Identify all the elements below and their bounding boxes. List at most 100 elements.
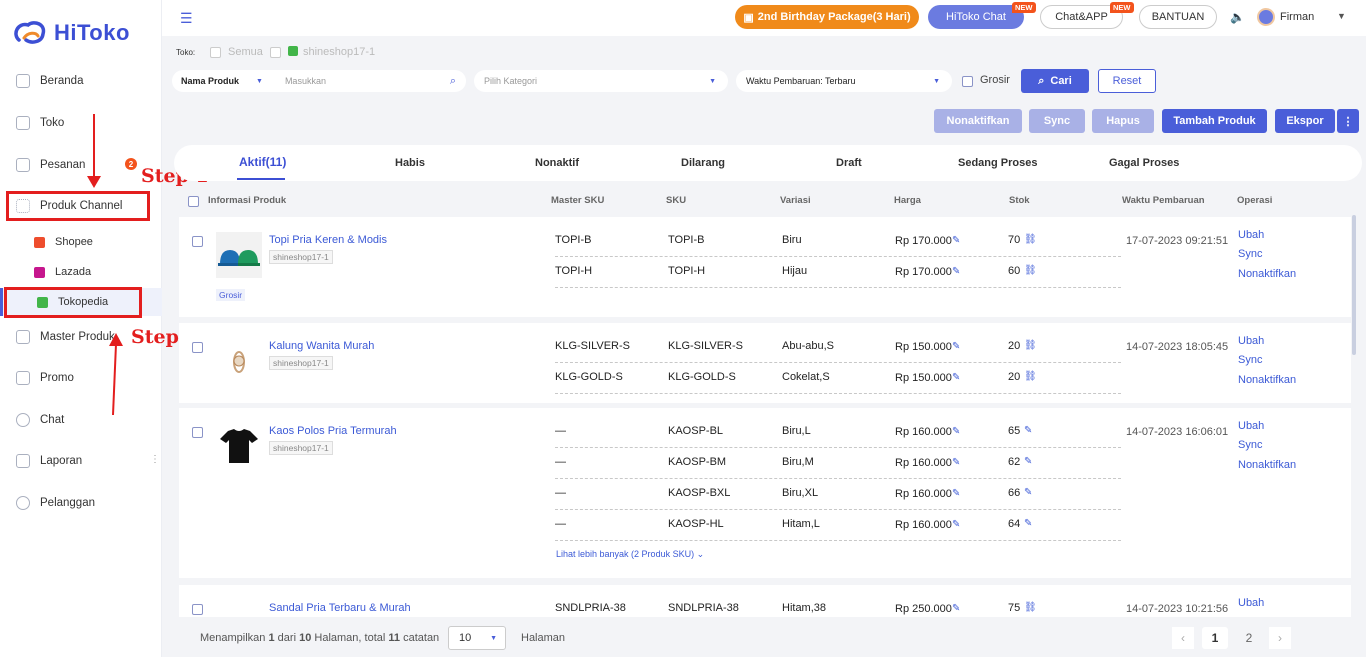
help-button[interactable]: BANTUAN <box>1139 5 1217 29</box>
deactivate-link[interactable]: Nonaktifkan <box>1238 459 1296 471</box>
edit-price-icon[interactable]: ✎ <box>952 457 960 468</box>
wholesale-label: Grosir <box>980 74 1010 86</box>
product-checkbox[interactable] <box>192 427 203 438</box>
shop-tag: shineshop17-1 <box>269 441 333 455</box>
shop-checkbox[interactable] <box>270 47 281 58</box>
scrollbar[interactable] <box>1352 215 1356 355</box>
master-sku-cell: — <box>555 425 566 437</box>
tab-sedang-proses[interactable]: Sedang Proses <box>958 157 1037 169</box>
more-vertical-icon[interactable]: ⋮ <box>1337 109 1359 133</box>
edit-price-icon[interactable]: ✎ <box>952 235 960 246</box>
link-icon[interactable]: ⛓ <box>1024 371 1037 382</box>
chevron-down-icon[interactable]: ▼ <box>1337 11 1346 21</box>
price-cell: Rp 150.000 <box>895 372 952 384</box>
edit-price-icon[interactable]: ✎ <box>952 603 960 614</box>
sync-link[interactable]: Sync <box>1238 248 1262 260</box>
edit-stock-icon[interactable]: ✎ <box>1024 487 1032 498</box>
tab-gagal-proses[interactable]: Gagal Proses <box>1109 157 1179 169</box>
master-sku-cell: — <box>555 487 566 499</box>
tab-nonaktif[interactable]: Nonaktif <box>535 157 579 169</box>
wholesale-checkbox[interactable] <box>962 76 973 87</box>
edit-price-icon[interactable]: ✎ <box>952 341 960 352</box>
sync-button[interactable]: Sync <box>1029 109 1085 133</box>
master-sku-cell: SNDLPRIA-38 <box>555 602 626 614</box>
product-checkbox[interactable] <box>192 604 203 615</box>
chevron-down-icon: ▼ <box>709 77 716 85</box>
tab-draft[interactable]: Draft <box>836 157 862 169</box>
sync-link[interactable]: Sync <box>1238 439 1262 451</box>
menu-collapse-icon[interactable]: ☰ <box>180 10 193 27</box>
summary-text: Halaman <box>314 632 359 644</box>
edit-stock-icon[interactable]: ✎ <box>1024 425 1032 436</box>
edit-stock-icon[interactable]: ✎ <box>1024 456 1032 467</box>
show-more-link[interactable]: Lihat lebih banyak (2 Produk SKU) ⌄ <box>556 549 704 560</box>
search-button[interactable]: ⌕ Cari <box>1021 69 1089 93</box>
page-2-button[interactable]: 2 <box>1236 627 1262 649</box>
sidebar-item-laporan[interactable]: Laporan <box>0 446 162 476</box>
birthday-package-button[interactable]: ▣ 2nd Birthday Package(3 Hari) <box>735 5 919 29</box>
delete-button[interactable]: Hapus <box>1092 109 1154 133</box>
link-icon[interactable]: ⛓ <box>1024 340 1037 351</box>
edit-price-icon[interactable]: ✎ <box>952 426 960 437</box>
shop-tag: shineshop17-1 <box>269 356 333 370</box>
select-all-checkbox[interactable] <box>188 196 199 207</box>
variasi-cell: Hitam,38 <box>782 602 827 614</box>
tab-label: Aktif <box>239 155 266 169</box>
add-product-button[interactable]: Tambah Produk <box>1162 109 1267 133</box>
search-input[interactable]: Masukkan <box>285 76 450 86</box>
edit-link[interactable]: Ubah <box>1238 335 1264 347</box>
next-page-button[interactable]: › <box>1269 627 1291 649</box>
product-checkbox[interactable] <box>192 342 203 353</box>
sort-select[interactable]: Waktu Pembaruan: Terbaru ▼ <box>736 70 952 92</box>
product-image-wrap[interactable] <box>216 338 262 384</box>
avatar[interactable] <box>1257 8 1275 26</box>
edit-price-icon[interactable]: ✎ <box>952 488 960 499</box>
tab-dilarang[interactable]: Dilarang <box>681 157 725 169</box>
deactivate-link[interactable]: Nonaktifkan <box>1238 374 1296 386</box>
report-icon <box>16 454 30 468</box>
hitoko-chat-button[interactable]: HiToko Chat <box>928 5 1024 29</box>
link-icon[interactable]: ⛓ <box>1024 265 1037 276</box>
chevron-down-icon[interactable]: ▼ <box>256 78 263 85</box>
product-checkbox[interactable] <box>192 236 203 247</box>
product-name-select[interactable]: Nama Produk <box>181 76 256 86</box>
edit-link[interactable]: Ubah <box>1238 229 1264 241</box>
sync-link[interactable]: Sync <box>1238 354 1262 366</box>
more-vertical-icon[interactable]: ⋮ <box>150 454 160 465</box>
deactivate-link[interactable]: Nonaktifkan <box>1238 268 1296 280</box>
product-image-wrap[interactable] <box>216 232 262 278</box>
prev-page-button[interactable]: ‹ <box>1172 627 1194 649</box>
speaker-icon[interactable]: 🔈 <box>1230 10 1245 24</box>
col-operasi: Operasi <box>1237 195 1273 206</box>
product-name-link[interactable]: Sandal Pria Terbaru & Murah <box>269 602 411 614</box>
product-name-link[interactable]: Topi Pria Keren & Modis <box>269 234 387 246</box>
edit-price-icon[interactable]: ✎ <box>952 266 960 277</box>
export-button[interactable]: Ekspor <box>1275 109 1335 133</box>
edit-link[interactable]: Ubah <box>1238 597 1264 609</box>
tab-aktif[interactable]: Aktif(11) <box>239 155 286 169</box>
link-icon[interactable]: ⛓ <box>1024 602 1037 613</box>
tab-habis[interactable]: Habis <box>395 157 425 169</box>
sidebar-item-label: Pelanggan <box>40 497 95 509</box>
link-icon[interactable]: ⛓ <box>1024 234 1037 245</box>
page-size-select[interactable]: 10 ▼ <box>448 626 506 650</box>
search-icon[interactable]: ⌕ <box>450 75 456 88</box>
variasi-cell: Biru,XL <box>782 487 819 499</box>
sidebar-item-pelanggan[interactable]: Pelanggan <box>0 488 162 518</box>
shop-tag: shineshop17-1 <box>269 250 333 264</box>
category-select[interactable]: Pilih Kategori ▼ <box>474 70 728 92</box>
product-name-link[interactable]: Kalung Wanita Murah <box>269 340 374 352</box>
all-shops-checkbox[interactable] <box>210 47 221 58</box>
user-name[interactable]: Firman <box>1280 11 1314 23</box>
reset-button[interactable]: Reset <box>1098 69 1156 93</box>
edit-price-icon[interactable]: ✎ <box>952 519 960 530</box>
deactivate-button[interactable]: Nonaktifkan <box>934 109 1022 133</box>
variasi-cell: Hijau <box>782 265 808 277</box>
product-name-link[interactable]: Kaos Polos Pria Termurah <box>269 425 397 437</box>
product-image-wrap[interactable] <box>216 423 262 469</box>
summary-text: Menampilkan <box>200 632 266 644</box>
edit-stock-icon[interactable]: ✎ <box>1024 518 1032 529</box>
edit-price-icon[interactable]: ✎ <box>952 372 960 383</box>
page-1-button[interactable]: 1 <box>1202 627 1228 649</box>
edit-link[interactable]: Ubah <box>1238 420 1264 432</box>
